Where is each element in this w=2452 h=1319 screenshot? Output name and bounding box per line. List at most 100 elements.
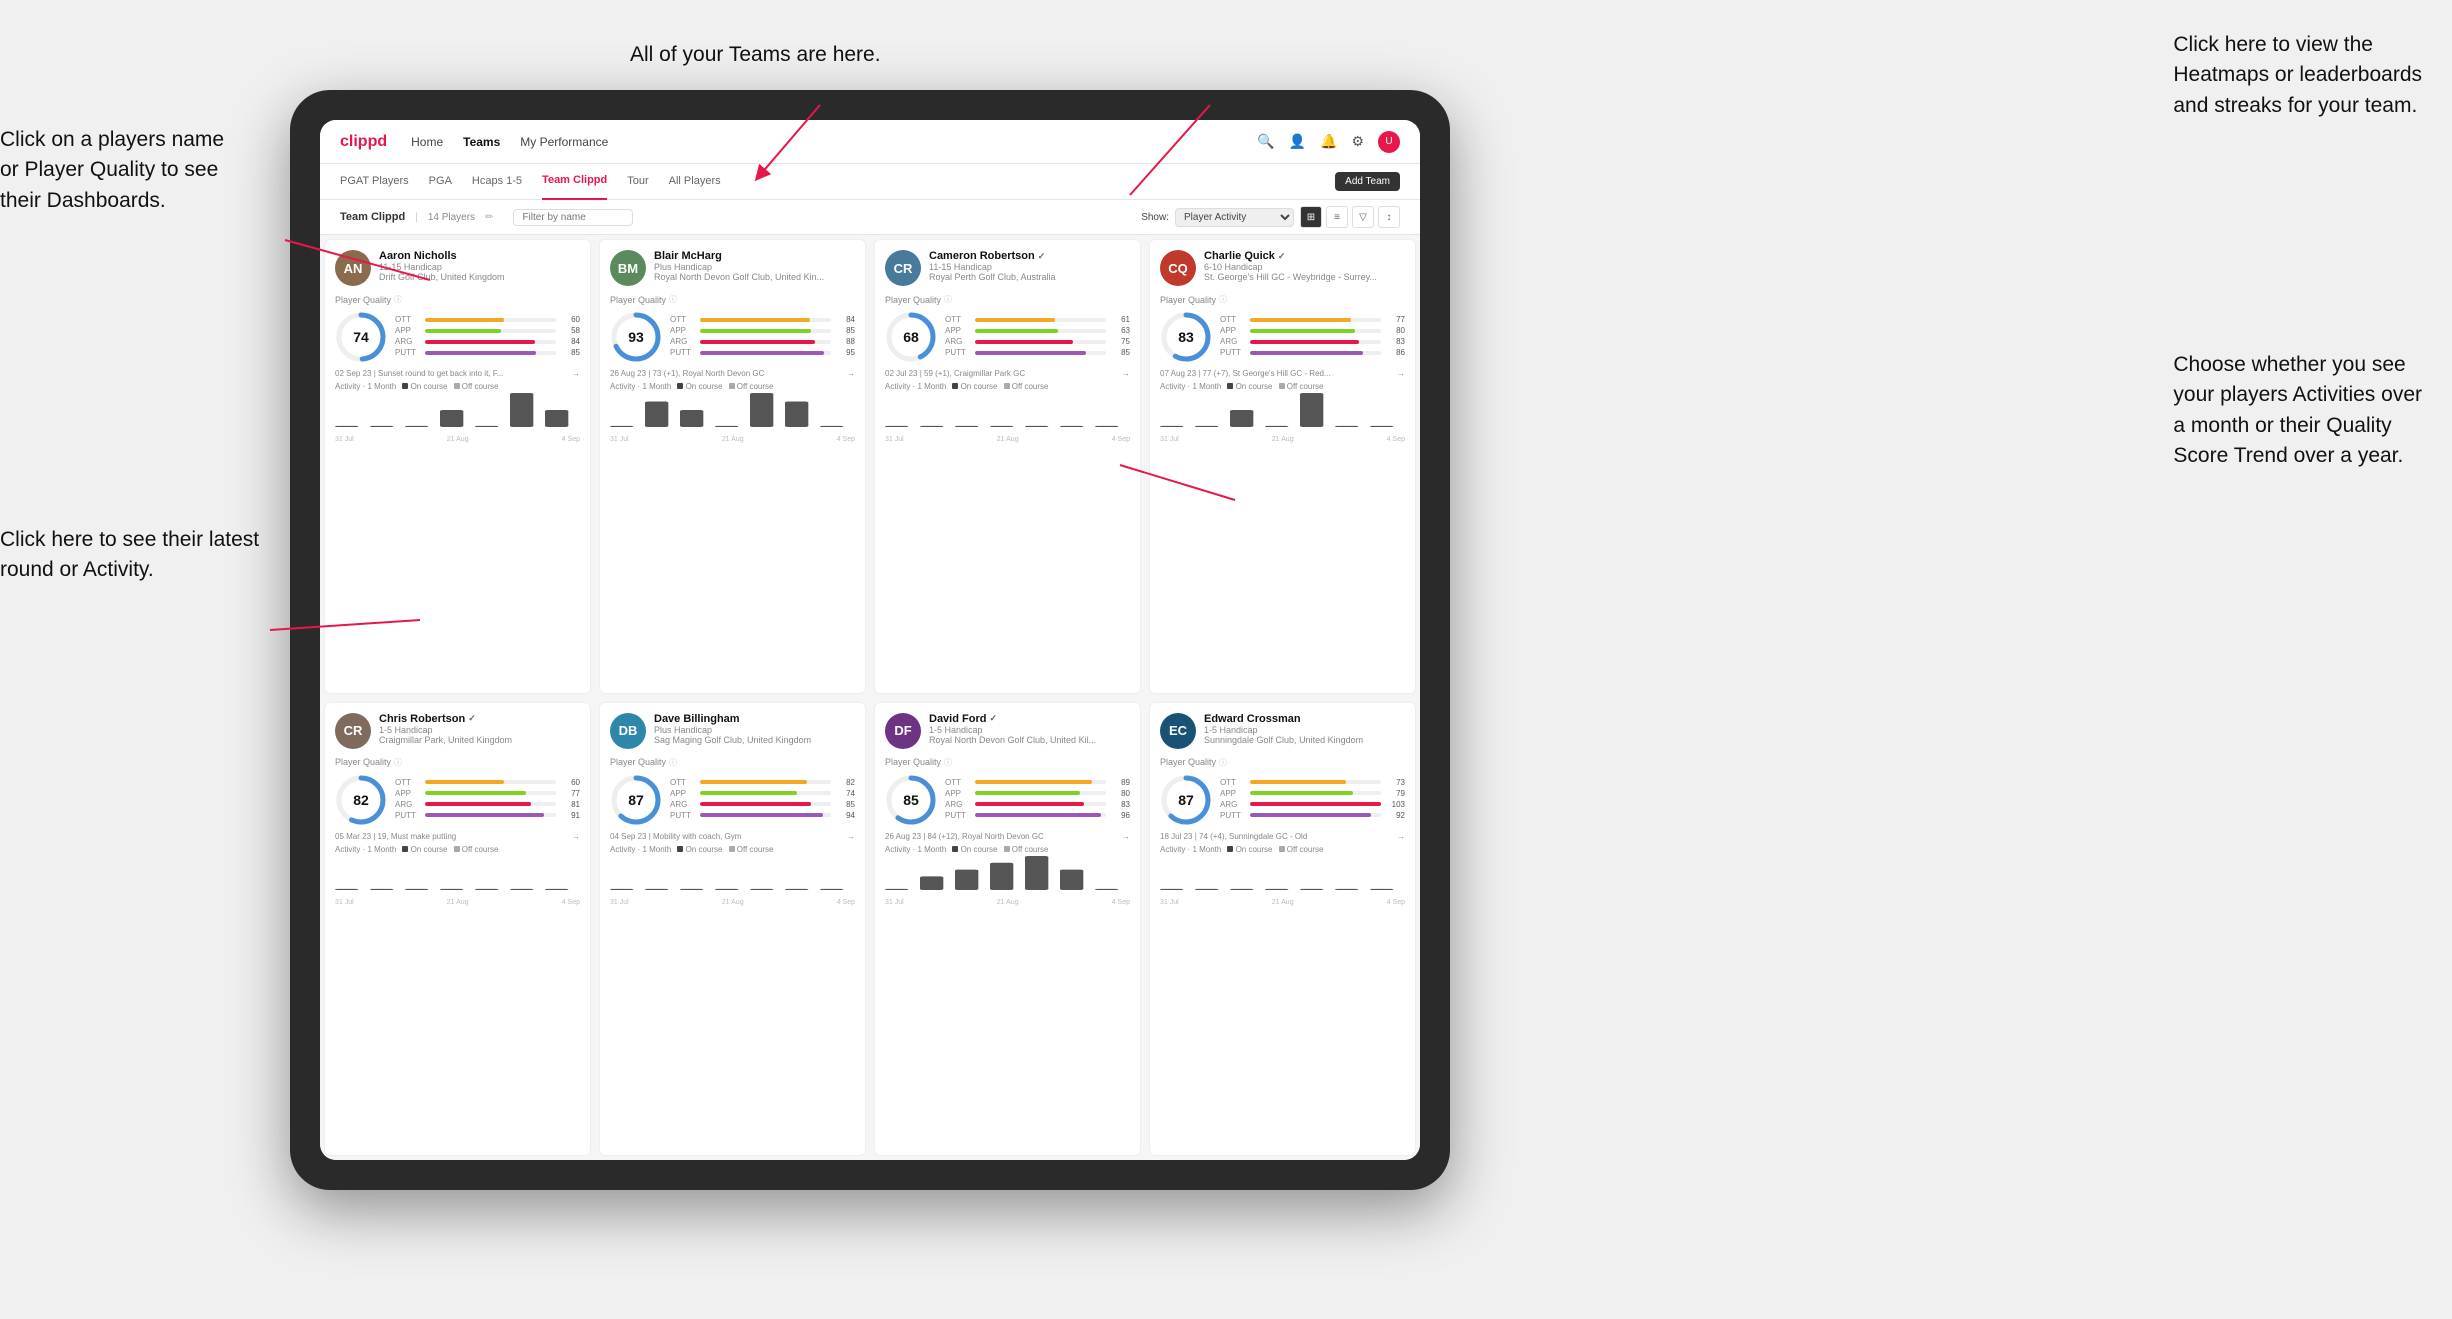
activity-chart — [885, 856, 1130, 898]
player-card[interactable]: BM Blair McHarg Plus Handicap Royal Nort… — [599, 239, 866, 694]
player-name[interactable]: Dave Billingham — [654, 713, 855, 725]
tab-pga[interactable]: PGA — [429, 164, 452, 200]
view-table-button[interactable]: ≡ — [1326, 206, 1348, 228]
recent-round[interactable]: 04 Sep 23 | Mobility with coach, Gym → — [610, 832, 855, 841]
quality-score-circle[interactable]: 68 — [885, 311, 937, 363]
recent-round[interactable]: 07 Aug 23 | 77 (+7), St George's Hill GC… — [1160, 369, 1405, 378]
info-icon: ⓘ — [669, 757, 677, 768]
activity-chart — [1160, 856, 1405, 898]
stat-bar-container — [975, 351, 1106, 355]
recent-round-arrow: → — [572, 369, 580, 378]
player-card[interactable]: CR Cameron Robertson ✓ 11-15 Handicap Ro… — [874, 239, 1141, 694]
view-filter-button[interactable]: ▽ — [1352, 206, 1374, 228]
recent-round[interactable]: 18 Jul 23 | 74 (+4), Sunningdale GC - Ol… — [1160, 832, 1405, 841]
player-name[interactable]: Edward Crossman — [1204, 713, 1405, 725]
player-card[interactable]: EC Edward Crossman 1-5 Handicap Sunningd… — [1149, 702, 1416, 1157]
view-sort-button[interactable]: ↕ — [1378, 206, 1400, 228]
recent-round[interactable]: 05 Mar 23 | 19, Must make putting → — [335, 832, 580, 841]
player-name[interactable]: Aaron Nicholls — [379, 250, 580, 262]
show-select[interactable]: Player Activity Quality Score Trend — [1175, 208, 1294, 227]
stat-row: ARG 81 — [395, 800, 580, 809]
legend-off-course: Off course — [454, 845, 499, 854]
stat-label: ARG — [395, 337, 421, 346]
player-card[interactable]: DB Dave Billingham Plus Handicap Sag Mag… — [599, 702, 866, 1157]
nav-link-teams[interactable]: Teams — [463, 135, 500, 149]
quality-score-circle[interactable]: 87 — [1160, 774, 1212, 826]
stat-row: OTT 77 — [1220, 315, 1405, 324]
stat-label: APP — [945, 789, 971, 798]
settings-icon[interactable]: ⚙ — [1351, 133, 1364, 150]
bell-icon[interactable]: 🔔 — [1320, 133, 1337, 150]
tab-tour[interactable]: Tour — [627, 164, 648, 200]
quality-label[interactable]: Player Quality ⓘ — [610, 757, 855, 768]
profile-icon[interactable]: 👤 — [1289, 133, 1306, 150]
quality-score-circle[interactable]: 87 — [610, 774, 662, 826]
quality-label[interactable]: Player Quality ⓘ — [335, 757, 580, 768]
recent-round[interactable]: 02 Sep 23 | Sunset round to get back int… — [335, 369, 580, 378]
add-team-button[interactable]: Add Team — [1335, 172, 1400, 191]
stat-value: 85 — [1110, 348, 1130, 357]
player-card[interactable]: CQ Charlie Quick ✓ 6-10 Handicap St. Geo… — [1149, 239, 1416, 694]
player-name[interactable]: Blair McHarg — [654, 250, 855, 262]
activity-section: Activity · 1 Month On course Off course … — [610, 382, 855, 443]
legend-on-course: On course — [952, 845, 997, 854]
quality-score-circle[interactable]: 74 — [335, 311, 387, 363]
avatar: BM — [610, 250, 646, 286]
avatar: DF — [885, 713, 921, 749]
legend-off-course: Off course — [1004, 382, 1049, 391]
quality-label[interactable]: Player Quality ⓘ — [885, 757, 1130, 768]
quality-score-circle[interactable]: 82 — [335, 774, 387, 826]
search-icon[interactable]: 🔍 — [1257, 133, 1274, 150]
recent-round[interactable]: 02 Jul 23 | 59 (+1), Craigmillar Park GC… — [885, 369, 1130, 378]
stat-bar — [425, 791, 526, 795]
stat-value: 82 — [835, 778, 855, 787]
stat-bar — [425, 340, 535, 344]
quality-score-circle[interactable]: 85 — [885, 774, 937, 826]
tab-hcaps[interactable]: Hcaps 1-5 — [472, 164, 522, 200]
quality-row: 83 OTT 77 APP 80 ARG — [1160, 311, 1405, 363]
stat-bar-container — [975, 340, 1106, 344]
legend-on-course: On course — [402, 845, 447, 854]
stat-value: 73 — [1385, 778, 1405, 787]
activity-label: Activity · 1 Month On course Off course — [885, 382, 1130, 391]
nav-link-performance[interactable]: My Performance — [520, 135, 608, 149]
stat-bar-container — [700, 802, 831, 806]
player-name[interactable]: Chris Robertson ✓ — [379, 713, 580, 725]
stat-bar — [975, 780, 1092, 784]
tab-team-clippd[interactable]: Team Clippd — [542, 164, 607, 200]
stat-bar-container — [1250, 813, 1381, 817]
search-input[interactable] — [513, 209, 633, 226]
quality-label[interactable]: Player Quality ⓘ — [1160, 294, 1405, 305]
stat-value: 85 — [835, 326, 855, 335]
player-club: Sag Maging Golf Club, United Kingdom — [654, 735, 855, 745]
chart-dates: 31 Jul21 Aug4 Sep — [1160, 899, 1405, 906]
info-icon: ⓘ — [394, 294, 402, 305]
player-card[interactable]: AN Aaron Nicholls 11-15 Handicap Drift G… — [324, 239, 591, 694]
recent-round[interactable]: 26 Aug 23 | 84 (+12), Royal North Devon … — [885, 832, 1130, 841]
stat-label: OTT — [670, 778, 696, 787]
view-grid-button[interactable]: ⊞ — [1300, 206, 1322, 228]
player-card[interactable]: CR Chris Robertson ✓ 1-5 Handicap Craigm… — [324, 702, 591, 1157]
stat-row: OTT 84 — [670, 315, 855, 324]
quality-label[interactable]: Player Quality ⓘ — [335, 294, 580, 305]
player-club: Royal North Devon Golf Club, United Kil.… — [929, 735, 1130, 745]
avatar-icon[interactable]: U — [1378, 131, 1400, 153]
quality-label[interactable]: Player Quality ⓘ — [885, 294, 1130, 305]
quality-label[interactable]: Player Quality ⓘ — [610, 294, 855, 305]
tab-all-players[interactable]: All Players — [669, 164, 721, 200]
player-card[interactable]: DF David Ford ✓ 1-5 Handicap Royal North… — [874, 702, 1141, 1157]
quality-label[interactable]: Player Quality ⓘ — [1160, 757, 1405, 768]
legend-off-course: Off course — [729, 845, 774, 854]
team-count: 14 Players — [428, 212, 475, 223]
recent-round[interactable]: 26 Aug 23 | 73 (+1), Royal North Devon G… — [610, 369, 855, 378]
chart-dates: 31 Jul21 Aug4 Sep — [335, 436, 580, 443]
quality-score-circle[interactable]: 93 — [610, 311, 662, 363]
player-name[interactable]: David Ford ✓ — [929, 713, 1130, 725]
tab-pgat[interactable]: PGAT Players — [340, 164, 409, 200]
player-name[interactable]: Cameron Robertson ✓ — [929, 250, 1130, 262]
player-name[interactable]: Charlie Quick ✓ — [1204, 250, 1405, 262]
quality-score-circle[interactable]: 83 — [1160, 311, 1212, 363]
nav-link-home[interactable]: Home — [411, 135, 443, 149]
stat-row: APP 58 — [395, 326, 580, 335]
quality-row: 93 OTT 84 APP 85 ARG — [610, 311, 855, 363]
